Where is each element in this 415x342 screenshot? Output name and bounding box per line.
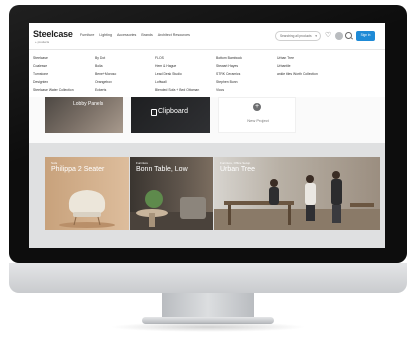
menu-item[interactable]: By Dot	[95, 54, 116, 62]
project-cards-row: Lobby Panels Clipboard + New Project	[29, 97, 385, 143]
menu-column-5: Urban Tree Urbantile ankle tiles Worth C…	[277, 54, 318, 78]
screen: Steelcase + products Furniture Lighting …	[29, 23, 385, 248]
search-input[interactable]: Searching all products ▾	[275, 31, 321, 41]
tile-tag: Furniture	[136, 161, 149, 165]
tile-tag: Sofa	[51, 161, 58, 165]
tile-title: Philippa 2 Seater	[51, 166, 105, 173]
monitor-chin	[9, 263, 407, 293]
new-project-card[interactable]: + New Project	[218, 97, 296, 133]
menu-item[interactable]: ankle tiles Worth Collection	[277, 70, 318, 78]
menu-column-3: FLOS Hem & Hague Lead Desk Studio Loftwa…	[155, 54, 199, 94]
product-tile-bonn-table[interactable]: Furniture Bonn Table, Low	[130, 157, 213, 230]
nav-item-brands[interactable]: Brands	[141, 33, 152, 37]
brands-dropdown-menu: Steelcase Coalesse Turnstone Designtex S…	[29, 50, 385, 98]
product-tile-philippa[interactable]: Sofa Philippa 2 Seater	[45, 157, 129, 230]
sign-in-button[interactable]: Sign in	[356, 31, 375, 41]
menu-item[interactable]: Steelcase Water Collection	[33, 86, 74, 94]
menu-item[interactable]: Bolia	[95, 62, 116, 70]
menu-column-4: Bottom Bambook Stewart Hayes STRK Cerami…	[216, 54, 242, 94]
chevron-down-icon: ▾	[315, 34, 317, 38]
menu-item[interactable]: Stephen Bunn	[216, 78, 242, 86]
avatar[interactable]	[335, 32, 343, 40]
menu-item[interactable]: Bene+Moroso	[95, 70, 116, 78]
menu-item[interactable]: Blended Sofa + Bed Ottoman	[155, 86, 199, 94]
search-icon[interactable]	[345, 32, 352, 39]
brand-subtitle: + products	[35, 40, 50, 44]
menu-item[interactable]: FLOS	[155, 54, 199, 62]
menu-item[interactable]: Urbantile	[277, 62, 318, 70]
menu-item[interactable]: Hem & Hague	[155, 62, 199, 70]
menu-item[interactable]: Coalesse	[33, 62, 74, 70]
product-tile-urban-tree[interactable]: Furniture, Office Setup Urban Tree	[214, 157, 380, 230]
new-project-label: New Project	[247, 118, 269, 123]
menu-item[interactable]: STRK Ceramics	[216, 70, 242, 78]
menu-item[interactable]: Urban Tree	[277, 54, 318, 62]
clipboard-icon	[151, 109, 157, 116]
nav-item-accessories[interactable]: Accessories	[117, 33, 136, 37]
brand-logo[interactable]: Steelcase	[33, 29, 73, 39]
menu-item[interactable]: Turnstone	[33, 70, 74, 78]
main-nav: Furniture Lighting Accessories Brands Ar…	[80, 33, 190, 37]
tile-title: Bonn Table, Low	[136, 166, 188, 173]
search-placeholder: Searching all products	[280, 34, 312, 38]
tile-tag: Furniture, Office Setup	[220, 161, 251, 165]
menu-item[interactable]: Viccs	[216, 86, 242, 94]
tile-title: Urban Tree	[220, 166, 256, 173]
nav-item-lighting[interactable]: Lighting	[99, 33, 112, 37]
clipboard-label: Clipboard	[158, 108, 188, 115]
nav-item-furniture[interactable]: Furniture	[80, 33, 94, 37]
menu-item[interactable]: Loftwall	[155, 78, 199, 86]
menu-item[interactable]: Orangebox	[95, 78, 116, 86]
menu-item[interactable]: Lead Desk Studio	[155, 70, 199, 78]
clipboard-card[interactable]: Clipboard	[131, 97, 210, 133]
project-card-label: Lobby Panels	[73, 101, 104, 107]
sign-in-label: Sign in	[360, 33, 371, 37]
heart-icon[interactable]: ♡	[325, 32, 331, 40]
nav-item-architect-resources[interactable]: Architect Resources	[158, 33, 190, 37]
menu-item[interactable]: Designtex	[33, 78, 74, 86]
plus-icon: +	[253, 103, 261, 111]
project-card-lobby[interactable]: Lobby Panels	[45, 97, 123, 133]
menu-column-2: By Dot Bolia Bene+Moroso Orangebox Ecker…	[95, 54, 116, 94]
menu-item[interactable]: Eckerts	[95, 86, 116, 94]
monitor-shadow	[110, 322, 306, 332]
menu-item[interactable]: Bottom Bambook	[216, 54, 242, 62]
monitor-stand-neck	[162, 293, 254, 318]
menu-item[interactable]: Stewart Hayes	[216, 62, 242, 70]
header: Steelcase + products Furniture Lighting …	[29, 23, 385, 50]
menu-column-1: Steelcase Coalesse Turnstone Designtex S…	[33, 54, 74, 94]
menu-item[interactable]: Steelcase	[33, 54, 74, 62]
